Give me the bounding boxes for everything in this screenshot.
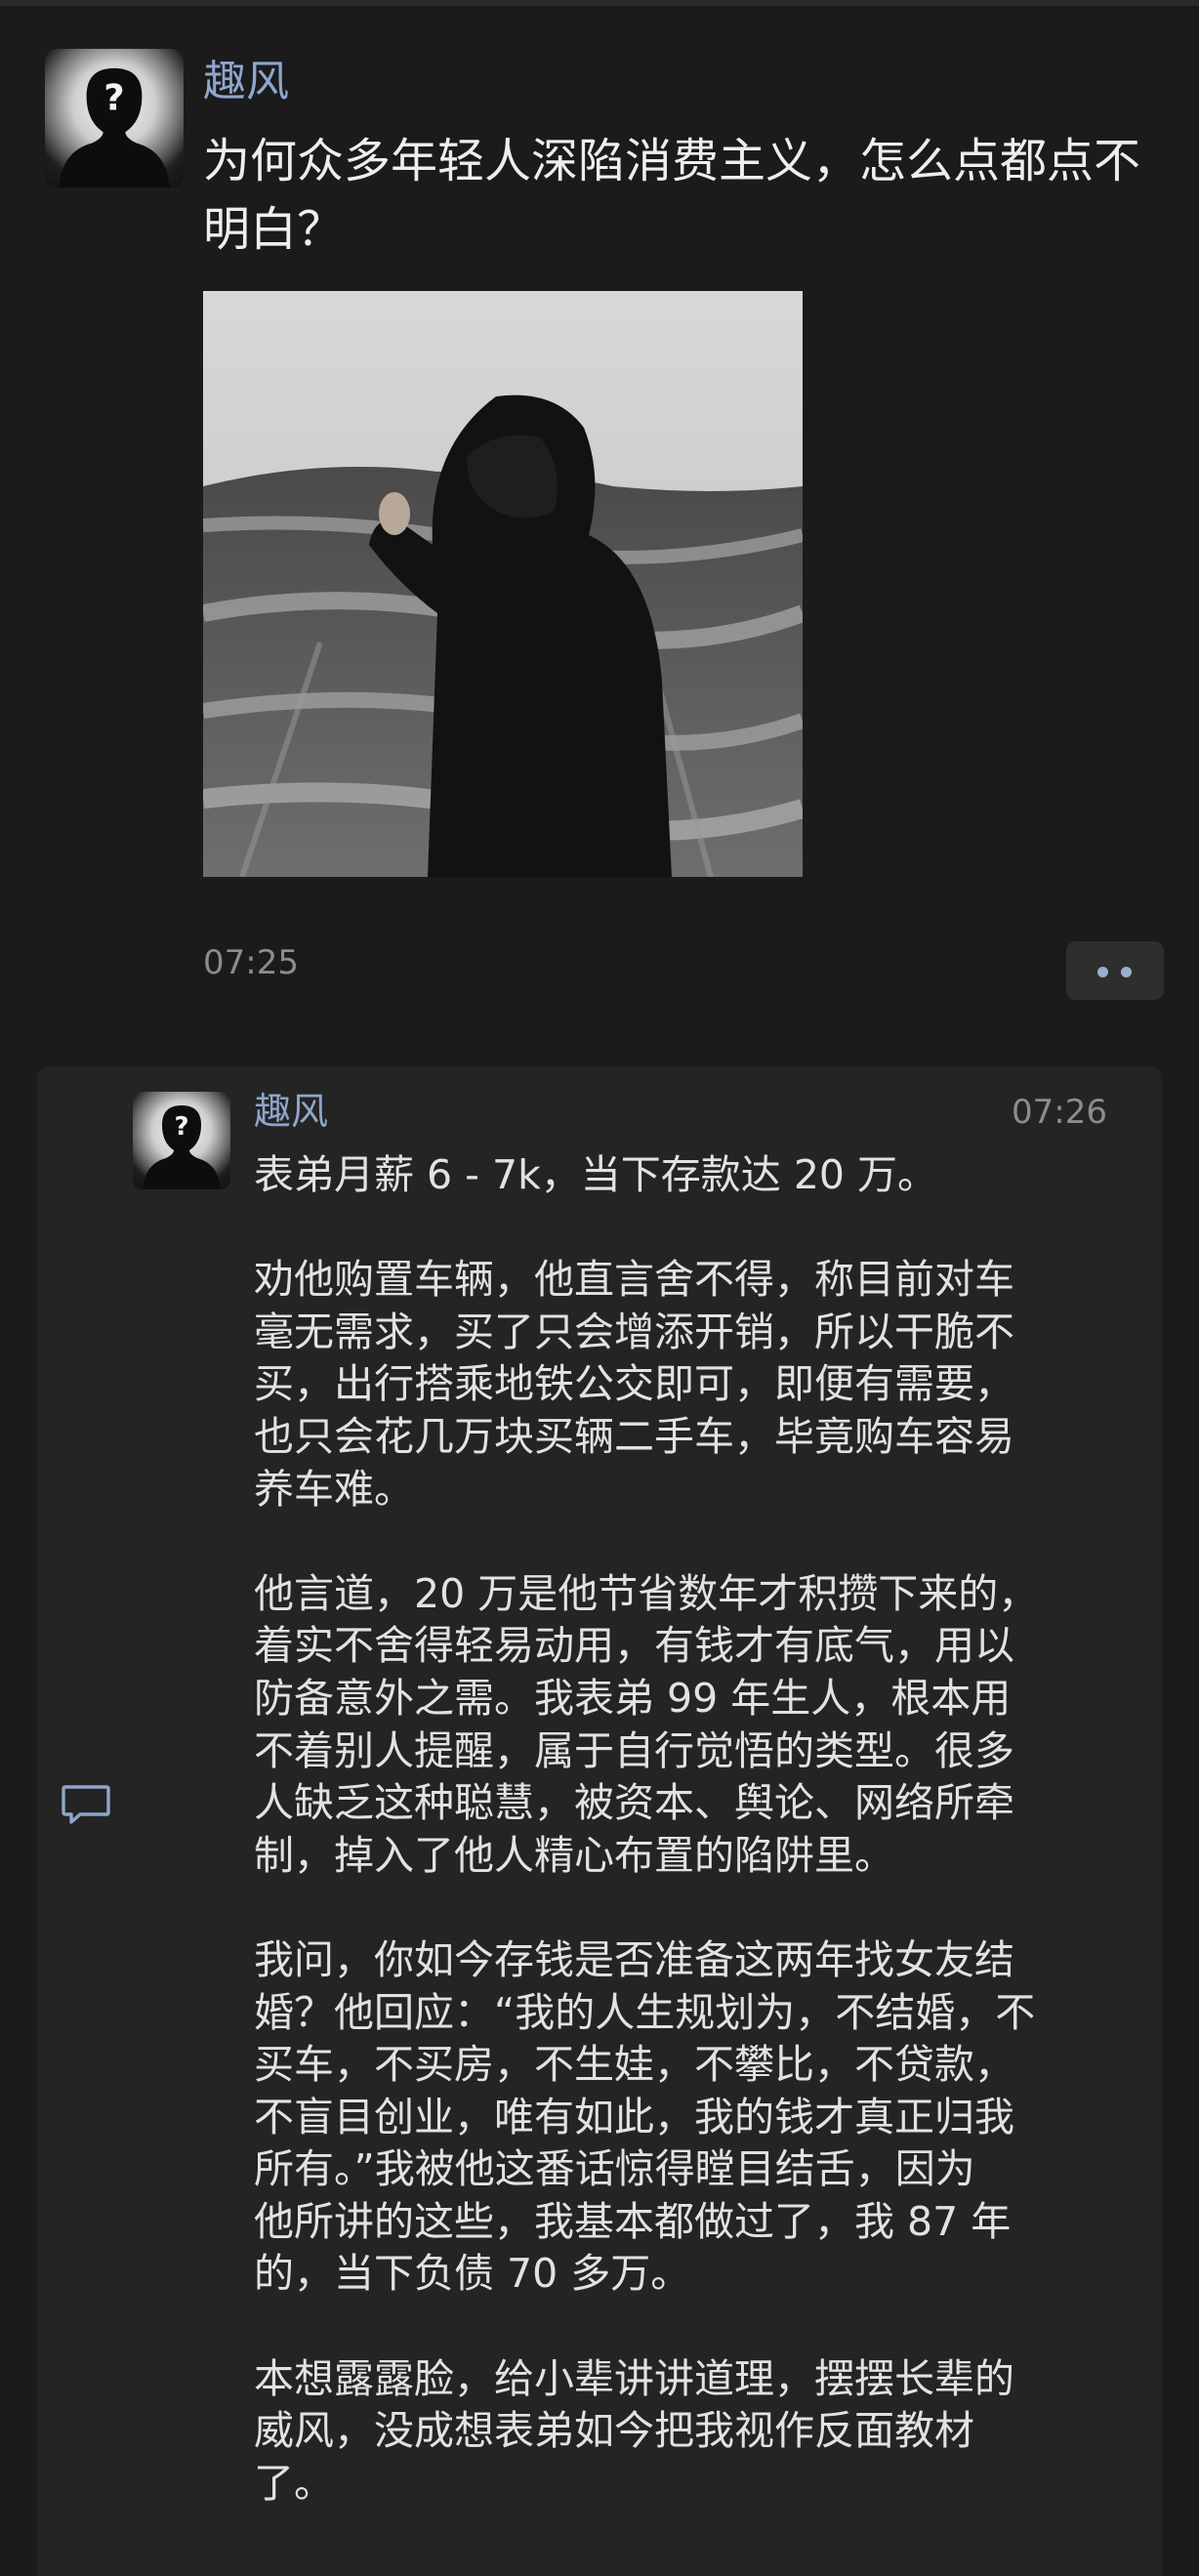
silhouette-icon: ? — [143, 1105, 221, 1189]
post-photo[interactable] — [203, 291, 803, 877]
top-divider — [0, 0, 1199, 6]
comment-paragraph: 他言道，20 万是他节省数年才积攒下来的， 着实不舍得轻易动用，有钱才有底气，用… — [254, 1569, 1039, 1879]
more-dots-icon — [1121, 967, 1132, 977]
post-timestamp: 07:25 — [203, 943, 299, 982]
comment-paragraph: 表弟月薪 6 - 7k，当下存款达 20 万。 — [254, 1151, 938, 1198]
svg-text:?: ? — [174, 1112, 188, 1142]
comment-body: 表弟月薪 6 - 7k，当下存款达 20 万。 劝他购置车辆，他直言舍不得，称目… — [254, 1149, 1133, 2510]
comment-bubble-icon[interactable] — [61, 1783, 111, 1828]
post-title: 为何众多年轻人深陷消费主义，怎么点都点不明白？ — [203, 134, 1141, 257]
comment-paragraph: 我问，你如今存钱是否准备这两年找女友结 婚？他回应：“我的人生规划为，不结婚，不… — [254, 1935, 1036, 2298]
post-author-name[interactable]: 趣风 — [203, 53, 289, 111]
comment-timestamp: 07:26 — [1012, 1093, 1107, 1132]
comment-author-avatar[interactable]: ? — [133, 1092, 230, 1189]
comment-paragraph: 劝他购置车辆，他直言舍不得，称目前对车 毫无需求，买了只会增添开销，所以干脆不 … — [254, 1256, 1014, 1513]
comment-paragraph: 本想露露脸，给小辈讲讲道理，摆摆长辈的 威风，没成想表弟如今把我视作反面教材 了… — [254, 2354, 1014, 2507]
svg-text:?: ? — [103, 76, 124, 118]
post-author-avatar[interactable]: ? — [45, 49, 184, 187]
more-options-button[interactable] — [1066, 941, 1164, 1000]
comment-author-name[interactable]: 趣风 — [254, 1086, 328, 1137]
silhouette-icon: ? — [59, 67, 170, 187]
more-dots-icon — [1097, 967, 1108, 977]
